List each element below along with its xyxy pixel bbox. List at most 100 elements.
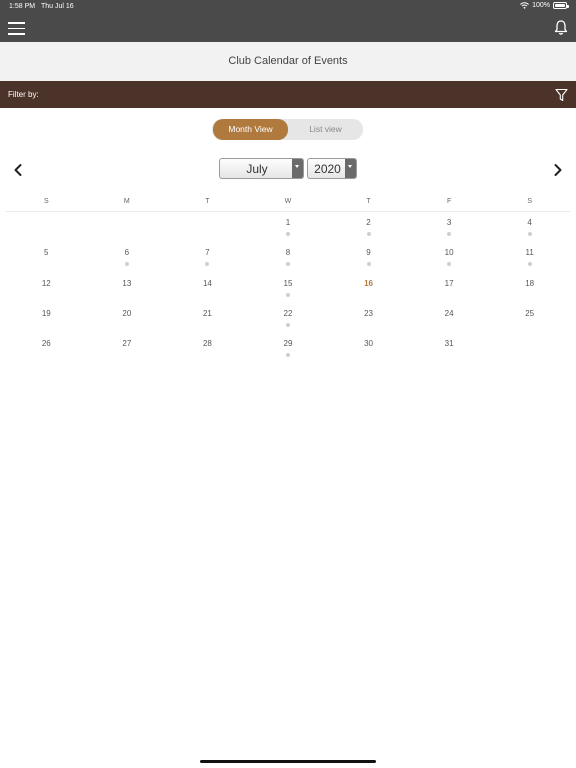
day-number: 30 <box>364 339 373 349</box>
weekday-label: S <box>527 198 532 205</box>
calendar-day[interactable]: 13 <box>87 273 168 303</box>
day-number: 18 <box>525 278 535 288</box>
hamburger-icon[interactable] <box>8 21 26 35</box>
day-number: 5 <box>44 248 49 258</box>
event-dot-icon <box>366 232 371 236</box>
event-dot-icon <box>285 262 290 267</box>
calendar-week: 19 20 21 22 23 24 25 <box>6 303 570 333</box>
month-select[interactable]: July <box>219 158 304 179</box>
day-number: 31 <box>444 339 454 349</box>
event-dot-icon <box>285 353 290 358</box>
weekday-header: SMTWTFS <box>6 195 570 212</box>
weekday-label: S <box>43 198 49 205</box>
day-number: 22 <box>283 308 293 318</box>
calendar-day[interactable]: 19 <box>6 303 87 333</box>
filter-bar[interactable]: Filter by: <box>0 81 576 108</box>
weekday-label: W <box>284 198 292 205</box>
list-view-tab[interactable]: List view <box>288 119 363 140</box>
calendar-day[interactable]: 28 <box>167 333 248 363</box>
calendar-day[interactable]: 16 <box>328 273 409 303</box>
day-number: 14 <box>202 278 212 288</box>
calendar-day[interactable]: 24 <box>409 303 490 333</box>
calendar-empty-cell <box>6 212 87 242</box>
day-number: 9 <box>366 248 371 258</box>
calendar-day[interactable]: 21 <box>167 303 248 333</box>
calendar-day[interactable]: 12 <box>6 273 87 303</box>
filter-label: Filter by: <box>8 90 39 99</box>
weekday-label: M <box>123 198 130 205</box>
calendar-day[interactable]: 11 <box>489 242 570 272</box>
nav-bar <box>0 14 576 42</box>
day-number: 17 <box>444 278 454 288</box>
year-select[interactable]: 2020 <box>307 158 357 179</box>
view-toggle: Month View List view <box>212 119 363 140</box>
dropdown-arrow-icon <box>292 159 303 178</box>
calendar-day[interactable]: 4 <box>489 212 570 242</box>
calendar-day[interactable]: 25 <box>489 303 570 333</box>
home-indicator <box>200 760 376 763</box>
calendar-empty-cell <box>167 212 248 242</box>
day-number: 6 <box>124 248 130 258</box>
year-value: 2020 <box>314 162 341 176</box>
page-title: Club Calendar of Events <box>228 55 348 67</box>
calendar-day[interactable]: 1 <box>248 212 329 242</box>
day-number: 25 <box>525 308 535 318</box>
day-number: 3 <box>446 218 452 227</box>
weekday-label: T <box>205 198 210 205</box>
calendar-day[interactable]: 9 <box>328 242 409 272</box>
day-number: 23 <box>364 308 373 318</box>
calendar-day[interactable]: 31 <box>409 333 490 363</box>
month-view-tab[interactable]: Month View <box>213 119 288 140</box>
calendar-day[interactable]: 14 <box>167 273 248 303</box>
calendar-day[interactable]: 17 <box>409 273 490 303</box>
day-number: 10 <box>444 248 454 258</box>
calendar-grid: SMTWTFS 1 2 3 4 5 6 7 8 9 10 11 12 13 14 15 16 17 18 19 20 2… <box>6 195 570 363</box>
day-number: 2 <box>366 218 371 227</box>
status-bar: 1:58 PM Thu Jul 16 100% <box>0 0 576 14</box>
event-dot-icon <box>527 262 532 267</box>
chevron-right-icon[interactable] <box>551 163 565 177</box>
status-time: 1:58 PM <box>9 3 36 10</box>
calendar-day[interactable]: 29 <box>248 333 329 363</box>
calendar-empty-cell <box>87 212 168 242</box>
weekday-label: F <box>446 198 452 205</box>
calendar-day[interactable]: 10 <box>409 242 490 272</box>
event-dot-icon <box>366 262 371 267</box>
status-date: Thu Jul 16 <box>41 3 74 10</box>
calendar-day[interactable]: 15 <box>248 273 329 303</box>
weekday-label: T <box>366 198 371 205</box>
calendar-day[interactable]: 30 <box>328 333 409 363</box>
chevron-left-icon[interactable] <box>11 163 25 177</box>
wifi-icon <box>520 2 529 9</box>
calendar-day[interactable]: 2 <box>328 212 409 242</box>
day-number: 7 <box>205 248 210 258</box>
calendar-day[interactable]: 27 <box>87 333 168 363</box>
day-number: 27 <box>122 339 132 349</box>
calendar-day[interactable]: 26 <box>6 333 87 363</box>
event-dot-icon <box>527 232 532 236</box>
bell-icon[interactable] <box>554 19 568 36</box>
calendar-week: 26 27 28 29 30 31 <box>6 333 570 363</box>
calendar-day[interactable]: 6 <box>87 242 168 272</box>
calendar-day[interactable]: 23 <box>328 303 409 333</box>
battery-percent: 100% <box>532 2 550 9</box>
calendar-day[interactable]: 8 <box>248 242 329 272</box>
day-number: 19 <box>41 308 51 318</box>
day-number: 24 <box>444 308 454 318</box>
day-number: 16 <box>364 278 373 288</box>
day-number: 13 <box>122 278 132 288</box>
calendar-day[interactable]: 18 <box>489 273 570 303</box>
day-number: 20 <box>122 308 132 318</box>
dropdown-arrow-icon <box>345 159 356 178</box>
calendar-day[interactable]: 7 <box>167 242 248 272</box>
battery-icon <box>553 2 569 9</box>
calendar-day[interactable]: 5 <box>6 242 87 272</box>
month-value: July <box>246 162 268 176</box>
calendar-day[interactable]: 3 <box>409 212 490 242</box>
calendar-week: 5 6 7 8 9 10 11 <box>6 242 570 272</box>
title-bar: Club Calendar of Events <box>0 42 576 81</box>
funnel-icon[interactable] <box>555 88 568 102</box>
calendar-day[interactable]: 20 <box>87 303 168 333</box>
calendar-day[interactable]: 22 <box>248 303 329 333</box>
day-number: 26 <box>41 339 51 349</box>
